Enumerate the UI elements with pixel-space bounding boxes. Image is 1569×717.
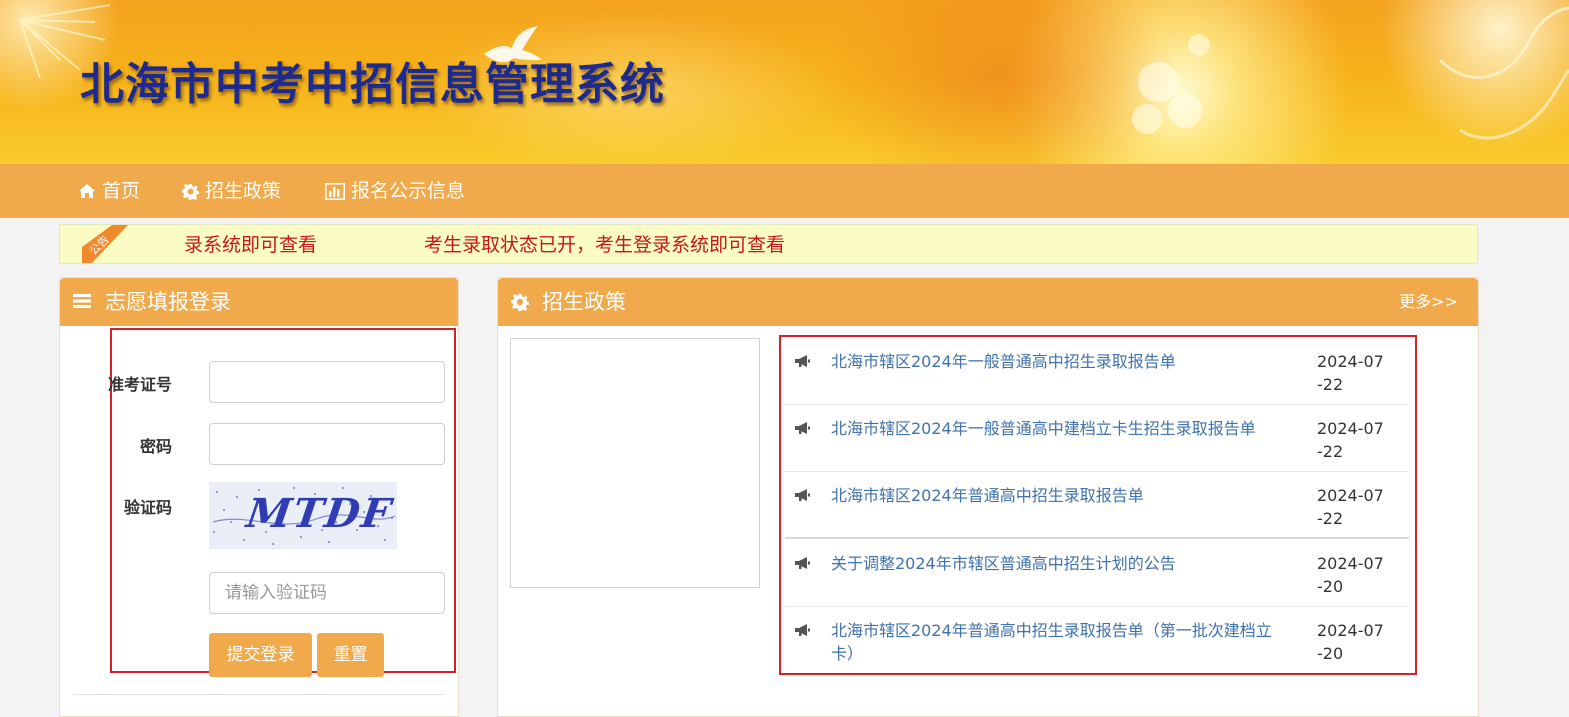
home-icon bbox=[79, 184, 95, 198]
nav-item-policy[interactable]: 招生政策 bbox=[182, 164, 281, 218]
policy-item-date: 2024-07-20 bbox=[1317, 554, 1384, 596]
nav-item-home[interactable]: 首页 bbox=[78, 164, 140, 218]
policy-item-title[interactable]: 北海市辖区2024年普通高中招生录取报告单（第一批次建档立卡） bbox=[831, 619, 1281, 665]
nav-item-registration-info[interactable]: 报名公示信息 bbox=[325, 164, 465, 218]
banner-decoration bbox=[1188, 34, 1210, 56]
policy-list-item[interactable]: 北海市辖区2024年普通高中招生录取报告单 2024-07-22 bbox=[785, 472, 1409, 539]
notice-bar: 公告 录系统即可查看 考生录取状态已开，考生登录系统即可查看 bbox=[59, 224, 1478, 264]
login-panel-divider bbox=[73, 694, 445, 695]
nav-item-label: 招生政策 bbox=[205, 180, 282, 202]
password-input[interactable] bbox=[209, 423, 445, 465]
banner-decoration bbox=[1132, 104, 1162, 134]
captcha-text: MTDF bbox=[243, 490, 396, 537]
header-banner: 北海市中考中招信息管理系统 bbox=[0, 0, 1569, 164]
policy-item-title[interactable]: 北海市辖区2024年普通高中招生录取报告单 bbox=[831, 484, 1281, 507]
notice-text: 考生录取状态已开，考生登录系统即可查看 bbox=[424, 234, 786, 256]
gear-icon bbox=[182, 183, 199, 200]
policy-list-item[interactable]: 北海市辖区2024年一般普通高中建档立卡生招生录取报告单 2024-07-22 bbox=[785, 405, 1409, 472]
policy-list-item[interactable]: 北海市辖区2024年普通高中招生录取报告单（第一批次建档立卡） 2024-07-… bbox=[785, 607, 1409, 674]
ticket-number-label: 准考证号 bbox=[107, 375, 172, 394]
policy-item-date: 2024-07-22 bbox=[1317, 419, 1384, 461]
banner-decoration bbox=[1138, 62, 1178, 102]
main-nav: 首页 招生政策 报名公示信息 bbox=[0, 164, 1569, 218]
password-label: 密码 bbox=[139, 437, 172, 456]
gear-icon bbox=[511, 293, 529, 311]
megaphone-icon bbox=[795, 355, 810, 367]
captcha-image[interactable]: MTDF bbox=[209, 482, 397, 549]
policy-item-title[interactable]: 关于调整2024年市辖区普通高中招生计划的公告 bbox=[831, 552, 1281, 575]
policy-list-item[interactable]: 关于调整2024年市辖区普通高中招生计划的公告 2024-07-20 bbox=[785, 540, 1409, 607]
swirl-decoration bbox=[1438, 6, 1569, 140]
banner-decoration bbox=[1168, 94, 1202, 128]
policy-panel-header: 招生政策 更多>> bbox=[498, 278, 1478, 326]
menu-icon bbox=[73, 294, 91, 308]
submit-login-button[interactable]: 提交登录 bbox=[209, 633, 312, 677]
megaphone-icon bbox=[795, 624, 810, 636]
ticket-number-input[interactable] bbox=[209, 361, 445, 403]
reset-button[interactable]: 重置 bbox=[317, 633, 384, 677]
captcha-input[interactable] bbox=[209, 572, 445, 614]
policy-list-item[interactable]: 北海市辖区2024年一般普通高中招生录取报告单 2024-07-22 bbox=[785, 338, 1409, 405]
site-title: 北海市中考中招信息管理系统 bbox=[80, 59, 665, 110]
policy-item-date: 2024-07-22 bbox=[1317, 352, 1384, 394]
policy-item-date: 2024-07-22 bbox=[1317, 486, 1384, 528]
login-panel-title: 志愿填报登录 bbox=[105, 290, 231, 314]
policy-item-title[interactable]: 北海市辖区2024年一般普通高中招生录取报告单 bbox=[831, 350, 1281, 373]
bar-chart-icon bbox=[325, 182, 345, 200]
nav-item-label: 报名公示信息 bbox=[351, 180, 466, 202]
megaphone-icon bbox=[795, 557, 810, 569]
megaphone-icon bbox=[795, 489, 810, 501]
more-link[interactable]: 更多>> bbox=[1399, 278, 1458, 326]
captcha-label: 验证码 bbox=[123, 498, 172, 517]
login-panel-header: 志愿填报登录 bbox=[60, 278, 458, 326]
megaphone-icon bbox=[795, 422, 810, 434]
policy-item-title[interactable]: 北海市辖区2024年一般普通高中建档立卡生招生录取报告单 bbox=[831, 417, 1281, 440]
nav-item-label: 首页 bbox=[102, 180, 141, 202]
banner-glow bbox=[820, 0, 1180, 164]
policy-image-placeholder bbox=[510, 338, 760, 588]
policy-panel-title: 招生政策 bbox=[542, 290, 626, 314]
policy-item-date: 2024-07-20 bbox=[1317, 621, 1384, 663]
notice-text-scrolling: 录系统即可查看 bbox=[184, 234, 318, 256]
